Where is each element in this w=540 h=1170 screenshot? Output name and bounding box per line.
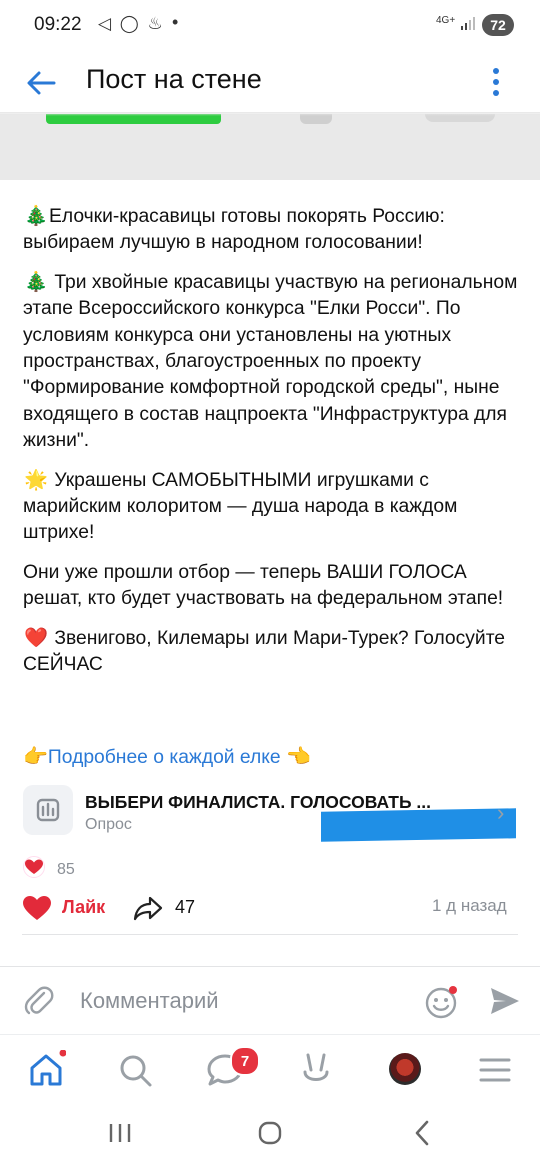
home-icon[interactable] <box>26 1050 66 1090</box>
post-image[interactable] <box>0 114 540 180</box>
chevron-right-icon: › <box>497 800 505 825</box>
comment-input[interactable] <box>80 984 400 1018</box>
divider <box>0 966 540 967</box>
post-paragraph: Они уже прошли отбор — теперь ВАШИ ГОЛОС… <box>23 560 523 613</box>
back-chevron-icon[interactable] <box>408 1118 436 1148</box>
post-timestamp: 1 д назад <box>432 896 507 915</box>
notification-dot: • <box>172 12 179 32</box>
post-paragraph: 🎄 Три хвойные красавицы участвую на реги… <box>23 270 523 455</box>
menu-icon[interactable] <box>475 1050 515 1090</box>
post-paragraph: 🌟 Украшены САМОБЫТНЫМИ игрушками с марий… <box>23 468 523 547</box>
details-link-text[interactable]: Подробнее о каждой елке <box>48 747 281 768</box>
post-text: 🎄Елочки-красавицы готовы покорять Россию… <box>23 204 523 692</box>
status-time: 09:22 <box>34 14 82 35</box>
poll-attachment[interactable]: ВЫБЕРИ ФИНАЛИСТА. ГОЛОСОВАТЬ ... Опрос › <box>23 782 523 844</box>
recent-apps-icon[interactable] <box>106 1118 134 1148</box>
star-icon: 🌟 <box>23 469 48 491</box>
redaction-mark <box>321 808 516 842</box>
status-bar: 09:22 ◁ ◯ ♨ • 4G+ 72 <box>0 0 540 52</box>
tree-icon: 🎄 <box>23 271 48 293</box>
heart-icon <box>23 896 51 920</box>
divider <box>22 934 518 935</box>
pointing-left-icon: 👈 <box>286 746 311 768</box>
reactions-count[interactable]: 85 <box>57 861 75 879</box>
page-title: Пост на стене <box>86 64 262 94</box>
post-paragraph: 🎄Елочки-красавицы готовы покорять Россию… <box>23 204 523 257</box>
more-vertical-icon[interactable] <box>484 64 508 100</box>
paragraph-text: Елочки-красавицы готовы покорять Россию:… <box>23 206 445 254</box>
home-circle-icon[interactable] <box>256 1118 284 1148</box>
like-label: Лайк <box>62 897 106 917</box>
share-arrow-icon <box>133 896 163 921</box>
share-count: 47 <box>175 897 196 917</box>
signal-icon <box>461 17 475 30</box>
pointing-right-icon: 👉 <box>23 746 48 768</box>
paperclip-icon[interactable] <box>22 984 56 1018</box>
header-shadow <box>0 112 540 116</box>
search-icon[interactable] <box>115 1050 155 1090</box>
paragraph-text: Они уже прошли отбор — теперь ВАШИ ГОЛОС… <box>23 561 504 610</box>
heart-reaction-icon[interactable] <box>22 856 46 878</box>
notification-icons: ◁ ◯ ♨ <box>98 14 165 33</box>
post-paragraph: ❤️ Звенигово, Килемары или Мари-Турек? Г… <box>23 626 523 679</box>
emoji-smile-icon[interactable] <box>424 984 460 1020</box>
profile-avatar[interactable] <box>389 1053 421 1085</box>
network-type: 4G+ <box>436 15 456 26</box>
poll-type-label: Опрос <box>85 816 132 833</box>
app-header: Пост на стене <box>0 52 540 112</box>
nav-divider <box>0 1034 540 1035</box>
details-link[interactable]: 👉Подробнее о каждой елке 👈 <box>23 744 311 769</box>
heart-icon: ❤️ <box>23 627 48 649</box>
send-icon[interactable] <box>488 984 522 1018</box>
back-arrow-icon[interactable] <box>24 66 58 100</box>
clips-bunny-icon[interactable] <box>296 1050 336 1090</box>
paragraph-text: Звенигово, Килемары или Мари-Турек? Голо… <box>23 627 506 676</box>
poll-chart-icon <box>23 785 73 835</box>
tree-icon: 🎄 <box>23 206 48 227</box>
paragraph-text: Украшены САМОБЫТНЫМИ игрушками с марийск… <box>23 469 458 544</box>
messages-badge: 7 <box>230 1046 260 1076</box>
paragraph-text: Три хвойные красавицы участвую на регион… <box>23 271 518 452</box>
battery-indicator: 72 <box>482 14 514 36</box>
